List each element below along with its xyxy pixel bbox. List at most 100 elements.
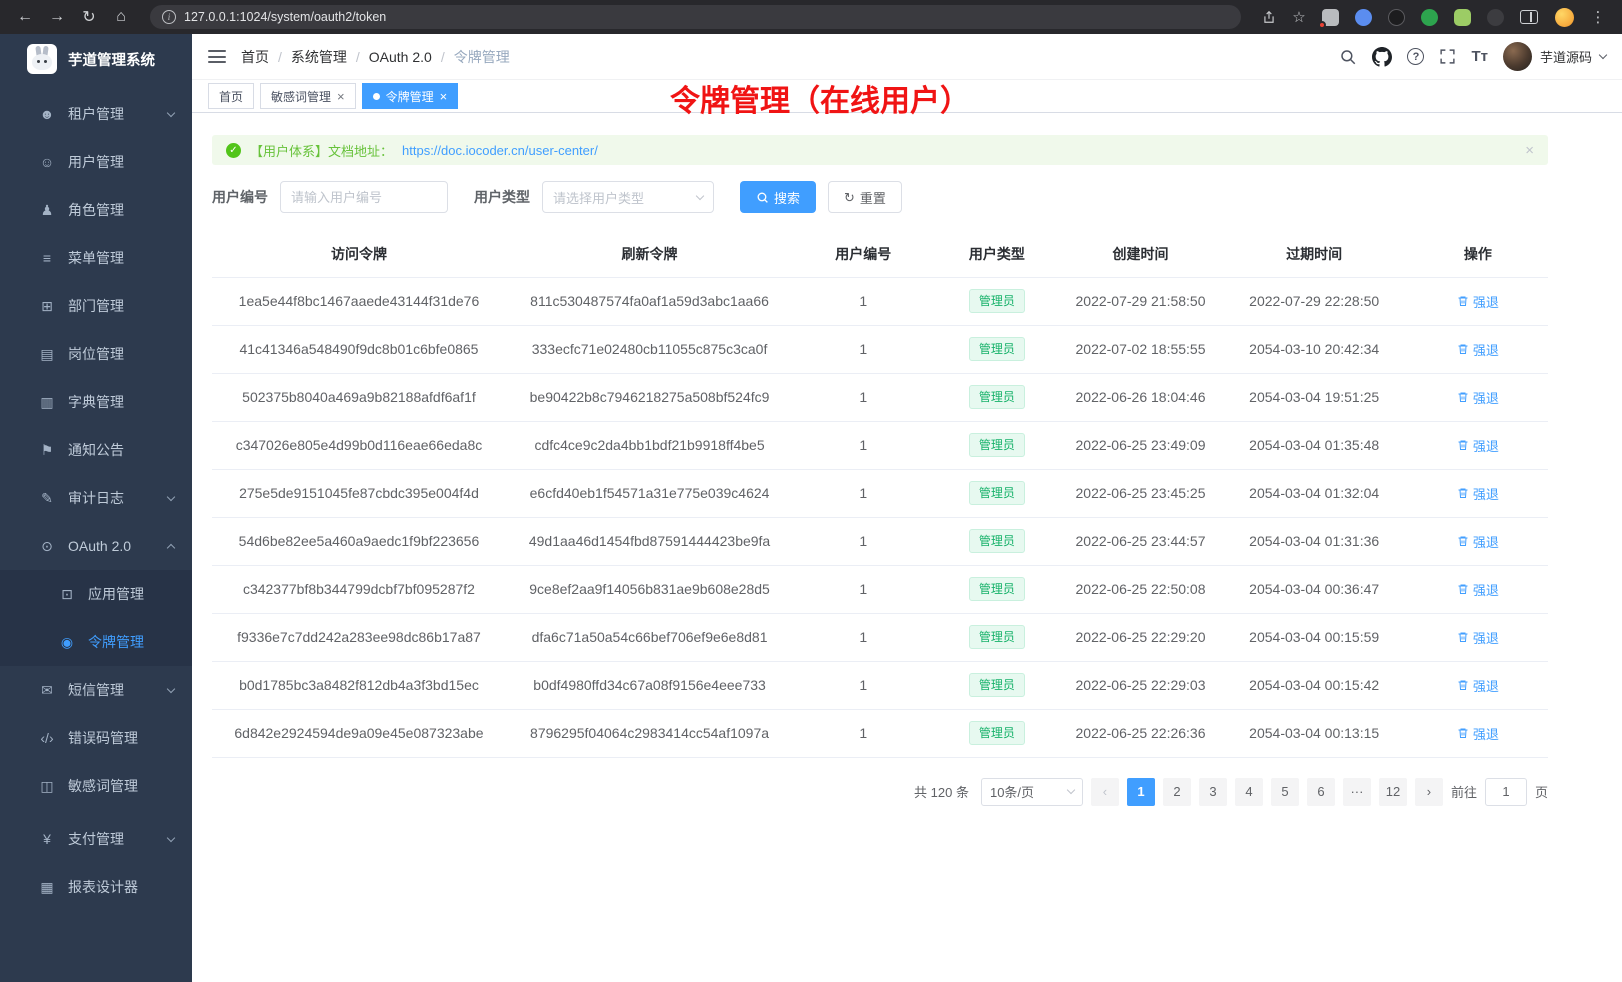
oauth2-submenu: ⊡ 应用管理 ◉ 令牌管理 xyxy=(0,570,192,666)
close-icon[interactable]: × xyxy=(337,89,345,104)
reset-button[interactable]: ↻ 重置 xyxy=(828,181,902,213)
close-icon[interactable]: × xyxy=(1525,142,1534,159)
force-logout-button[interactable]: 强退 xyxy=(1457,436,1499,455)
page-button-1[interactable]: 1 xyxy=(1127,778,1155,806)
sidebar-item-sensitive-word-management[interactable]: ◫ 敏感词管理 xyxy=(0,762,192,810)
user-type-select[interactable]: 请选择用户类型 xyxy=(542,181,714,213)
tab-token-management[interactable]: 令牌管理 × xyxy=(362,83,459,109)
search-button[interactable]: 搜索 xyxy=(740,181,816,213)
select-placeholder: 请选择用户类型 xyxy=(553,188,644,207)
font-size-icon[interactable]: Tт xyxy=(1471,48,1488,65)
page-button-5[interactable]: 5 xyxy=(1271,778,1299,806)
sidebar-item-token-management[interactable]: ◉ 令牌管理 xyxy=(0,618,192,666)
force-logout-button[interactable]: 强退 xyxy=(1457,484,1499,503)
help-question-icon[interactable]: ? xyxy=(1407,48,1424,65)
user-type-badge: 管理员 xyxy=(969,673,1025,697)
page-content: ✓ 【用户体系】文档地址： https://doc.iocoder.cn/use… xyxy=(192,113,1622,982)
page-button-6[interactable]: 6 xyxy=(1307,778,1335,806)
site-info-icon[interactable]: i xyxy=(162,10,176,24)
pinned-extension-icon[interactable] xyxy=(1421,9,1438,26)
force-logout-button[interactable]: 强退 xyxy=(1457,532,1499,551)
sidebar-item-payment-management[interactable]: ¥ 支付管理 xyxy=(0,815,192,863)
oauth-comment-icon: ⊙ xyxy=(38,538,56,555)
sidebar-item-error-code-management[interactable]: ‹/› 错误码管理 xyxy=(0,714,192,762)
page-button-2[interactable]: 2 xyxy=(1163,778,1191,806)
user-dropdown[interactable]: 芋道源码 xyxy=(1503,42,1606,71)
close-icon[interactable]: × xyxy=(440,89,448,104)
sidebar-item-notice-announcement[interactable]: ⚑ 通知公告 xyxy=(0,426,192,474)
cell-expire-time: 2054-03-04 00:36:47 xyxy=(1221,565,1408,613)
cell-user-id: 1 xyxy=(793,613,933,661)
force-logout-button[interactable]: 强退 xyxy=(1457,292,1499,311)
page-size-select[interactable]: 10条/页 xyxy=(981,778,1083,806)
sidebar-item-user-management[interactable]: ☺ 用户管理 xyxy=(0,138,192,186)
sidebar-item-label: 支付管理 xyxy=(68,829,124,849)
page-button-3[interactable]: 3 xyxy=(1199,778,1227,806)
sidebar-item-audit-log[interactable]: ✎ 审计日志 xyxy=(0,474,192,522)
force-logout-button[interactable]: 强退 xyxy=(1457,580,1499,599)
share-icon[interactable] xyxy=(1257,5,1281,29)
cell-access-token: c347026e805e4d99b0d116eae66eda8c xyxy=(212,421,506,469)
user-id-input[interactable] xyxy=(280,181,448,213)
app-logo[interactable]: 芋道管理系统 xyxy=(0,34,192,84)
prev-page-button[interactable]: ‹ xyxy=(1091,778,1119,806)
sidebar-item-role-management[interactable]: ♟ 角色管理 xyxy=(0,186,192,234)
cell-expire-time: 2054-03-04 01:31:36 xyxy=(1221,517,1408,565)
sidebar-item-tenant-management[interactable]: ☻ 租户管理 xyxy=(0,90,192,138)
browser-back-icon[interactable]: ← xyxy=(12,4,38,30)
sidebar-item-label: 应用管理 xyxy=(88,584,144,604)
cell-user-type: 管理员 xyxy=(933,613,1060,661)
total-count: 共 120 条 xyxy=(914,782,969,801)
sidebar-item-post-management[interactable]: ▤ 岗位管理 xyxy=(0,330,192,378)
browser-menu-icon[interactable]: ⋮ xyxy=(1586,5,1610,29)
pinned-extension-icon[interactable] xyxy=(1487,9,1504,26)
cell-create-time: 2022-06-25 22:50:08 xyxy=(1060,565,1220,613)
page-button-12[interactable]: 12 xyxy=(1379,778,1407,806)
cell-actions: 强退 xyxy=(1408,325,1548,373)
bookmark-star-icon[interactable]: ☆ xyxy=(1287,5,1311,29)
address-bar[interactable]: i 127.0.0.1:1024/system/oauth2/token xyxy=(150,5,1241,29)
breadcrumb-system[interactable]: 系统管理 xyxy=(291,47,347,67)
breadcrumb-oauth2[interactable]: OAuth 2.0 xyxy=(369,49,432,65)
fullscreen-icon[interactable] xyxy=(1439,48,1456,65)
tab-split-icon[interactable] xyxy=(1520,10,1538,24)
trash-icon xyxy=(1457,295,1469,307)
trash-icon xyxy=(1457,727,1469,739)
cell-refresh-token: cdfc4ce9c2da4bb1bdf21b9918ff4be5 xyxy=(506,421,793,469)
force-logout-button[interactable]: 强退 xyxy=(1457,628,1499,647)
next-page-button[interactable]: › xyxy=(1415,778,1443,806)
doc-link[interactable]: https://doc.iocoder.cn/user-center/ xyxy=(402,143,598,158)
sidebar-item-department-management[interactable]: ⊞ 部门管理 xyxy=(0,282,192,330)
extensions-puzzle-icon[interactable] xyxy=(1454,9,1471,26)
force-logout-button[interactable]: 强退 xyxy=(1457,340,1499,359)
github-icon[interactable] xyxy=(1372,47,1392,67)
search-icon[interactable] xyxy=(1339,48,1357,66)
page-ellipsis-button[interactable]: ··· xyxy=(1343,778,1371,806)
pinned-extension-icon[interactable] xyxy=(1355,9,1372,26)
force-logout-button[interactable]: 强退 xyxy=(1457,676,1499,695)
pinned-extension-icon[interactable] xyxy=(1388,9,1405,26)
browser-home-icon[interactable]: ⌂ xyxy=(108,4,134,30)
goto-page-input[interactable] xyxy=(1485,778,1527,806)
page-button-4[interactable]: 4 xyxy=(1235,778,1263,806)
sidebar-fold-icon[interactable] xyxy=(208,50,226,63)
browser-reload-icon[interactable]: ↻ xyxy=(76,4,102,30)
col-refresh-token: 刷新令牌 xyxy=(506,231,793,277)
app-title: 芋道管理系统 xyxy=(68,49,155,70)
sidebar-item-application-management[interactable]: ⊡ 应用管理 xyxy=(0,570,192,618)
tab-sensitive-words[interactable]: 敏感词管理 × xyxy=(260,83,356,109)
tab-home[interactable]: 首页 xyxy=(208,83,254,109)
sidebar-item-oauth2[interactable]: ⊙ OAuth 2.0 xyxy=(0,522,192,570)
force-logout-button[interactable]: 强退 xyxy=(1457,724,1499,743)
force-logout-button[interactable]: 强退 xyxy=(1457,388,1499,407)
sidebar-item-report-designer[interactable]: ▦ 报表设计器 xyxy=(0,863,192,911)
browser-forward-icon[interactable]: → xyxy=(44,4,70,30)
pinned-extension-icon[interactable] xyxy=(1322,9,1339,26)
sidebar-item-sms-management[interactable]: ✉ 短信管理 xyxy=(0,666,192,714)
breadcrumb-home[interactable]: 首页 xyxy=(241,47,269,67)
sidebar-item-dictionary-management[interactable]: ▥ 字典管理 xyxy=(0,378,192,426)
chevron-down-icon xyxy=(696,191,704,199)
cell-access-token: f9336e7c7dd242a283ee98dc86b17a87 xyxy=(212,613,506,661)
browser-profile-avatar[interactable] xyxy=(1555,8,1574,27)
sidebar-item-menu-management[interactable]: ≡ 菜单管理 xyxy=(0,234,192,282)
